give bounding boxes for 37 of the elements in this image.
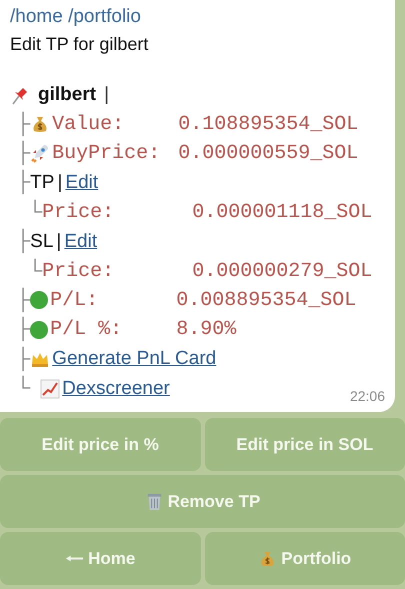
field-label: Price: bbox=[42, 260, 116, 283]
edit-link[interactable]: Edit bbox=[65, 172, 98, 194]
edit-link[interactable]: Edit bbox=[64, 230, 98, 253]
path-link[interactable]: /home /portfolio bbox=[10, 4, 385, 30]
message-title: Edit TP for gilbert bbox=[10, 33, 150, 56]
link[interactable]: Dexscreener bbox=[62, 378, 170, 400]
field-label: Price: bbox=[42, 200, 116, 224]
field-value: 0.008895354_SOL bbox=[176, 288, 356, 312]
section-label: SL bbox=[30, 230, 54, 252]
tree-branch: ├ bbox=[16, 171, 30, 194]
link[interactable]: Generate PnL Card bbox=[52, 348, 216, 370]
tree-branch: ├ bbox=[16, 112, 30, 136]
separator: | bbox=[104, 84, 109, 106]
field-value: 0.000000559_SOL bbox=[178, 142, 358, 165]
field-value: 8.90% bbox=[176, 318, 236, 342]
section-label: TP bbox=[30, 172, 54, 193]
field-value: 0.000001118_SOL bbox=[192, 200, 372, 224]
field-label: P/L: bbox=[50, 288, 100, 312]
field-value: 0.000000279_SOL bbox=[192, 260, 372, 283]
separator: | bbox=[56, 230, 62, 253]
token-name: gilbert bbox=[38, 84, 96, 106]
tree-branch: └ bbox=[28, 260, 42, 283]
tree-branch: ├ bbox=[16, 348, 30, 371]
tree-branch: ├ bbox=[16, 230, 30, 254]
field-label: P/L %: bbox=[50, 318, 124, 342]
tree-branch: ├ bbox=[16, 318, 30, 342]
tree-branch: ├ bbox=[16, 288, 30, 312]
rocket-icon bbox=[30, 143, 50, 164]
tree-branch: ├ bbox=[16, 142, 30, 165]
message-time: 22:06 bbox=[350, 388, 385, 404]
field-label: BuyPrice: bbox=[52, 142, 162, 165]
tree-branch: └ bbox=[28, 200, 42, 224]
separator: | bbox=[57, 172, 62, 194]
field-value: 0.108895354_SOL bbox=[178, 112, 358, 136]
field-label: Value: bbox=[52, 112, 126, 136]
tree-branch: └ bbox=[16, 377, 30, 400]
chart-icon bbox=[40, 378, 60, 399]
